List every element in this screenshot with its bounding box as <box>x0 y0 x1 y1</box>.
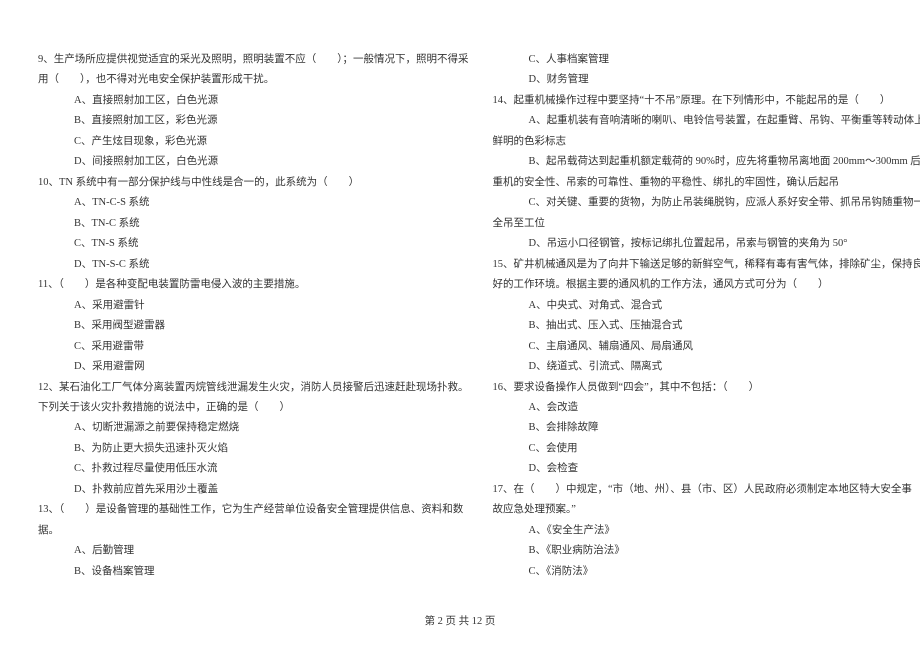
q15-opt-c: C、主扇通风、辅扇通风、局扇通风 <box>493 337 920 357</box>
q11-opt-b: B、采用阀型避雷器 <box>38 316 469 336</box>
page-footer: 第 2 页 共 12 页 <box>0 613 920 628</box>
q12-opt-a: A、切断泄漏源之前要保持稳定燃烧 <box>38 418 469 438</box>
q11-opt-d: D、采用避雷网 <box>38 357 469 377</box>
q10-line1: 10、TN 系统中有一部分保护线与中性线是合一的，此系统为（ ） <box>38 173 469 193</box>
q16-opt-a: A、会改造 <box>493 398 920 418</box>
q12-opt-b: B、为防止更大损失迅速扑灭火焰 <box>38 439 469 459</box>
q14-opt-c-l1: C、对关键、重要的货物，为防止吊装绳脱钩，应派人系好安全带、抓吊吊钩随重物一道安 <box>493 193 920 213</box>
q16-opt-c: C、会使用 <box>493 439 920 459</box>
q11-opt-c: C、采用避雷带 <box>38 337 469 357</box>
q15-opt-a: A、中央式、对角式、混合式 <box>493 296 920 316</box>
q9-opt-b: B、直接照射加工区，彩色光源 <box>38 111 469 131</box>
q17-opt-a: A、《安全生产法》 <box>493 521 920 541</box>
q9-line1: 9、生产场所应提供视觉适宜的采光及照明，照明装置不应（ ）；一般情况下，照明不得… <box>38 50 469 70</box>
q16-opt-b: B、会排除故障 <box>493 418 920 438</box>
q15-line2: 好的工作环境。根据主要的通风机的工作方法，通风方式可分为（ ） <box>493 275 920 295</box>
left-column: 9、生产场所应提供视觉适宜的采光及照明，照明装置不应（ ）；一般情况下，照明不得… <box>38 50 469 582</box>
q9-opt-d: D、间接照射加工区，白色光源 <box>38 152 469 172</box>
q13-opt-c: C、人事档案管理 <box>493 50 920 70</box>
q17-opt-c: C、《消防法》 <box>493 562 920 582</box>
q15-opt-b: B、抽出式、压入式、压抽混合式 <box>493 316 920 336</box>
q14-opt-a-l2: 鲜明的色彩标志 <box>493 132 920 152</box>
q17-line2: 故应急处理预案。” <box>493 500 920 520</box>
q10-opt-a: A、TN-C-S 系统 <box>38 193 469 213</box>
q10-opt-c: C、TN-S 系统 <box>38 234 469 254</box>
q11-opt-a: A、采用避雷针 <box>38 296 469 316</box>
q14-opt-a-l1: A、起重机装有音响清晰的喇叭、电铃信号装置，在起重臂、吊钩、平衡重等转动体上标有 <box>493 111 920 131</box>
q13-line2: 据。 <box>38 521 469 541</box>
q12-line2: 下列关于该火灾扑救措施的说法中，正确的是（ ） <box>38 398 469 418</box>
q10-opt-d: D、TN-S-C 系统 <box>38 255 469 275</box>
q17-line1: 17、在（ ）中规定，“市（地、州）、县（市、区）人民政府必须制定本地区特大安全… <box>493 480 920 500</box>
q14-opt-b-l1: B、起吊载荷达到起重机额定载荷的 90%时，应先将重物吊离地面 200mm～30… <box>493 152 920 172</box>
q13-opt-a: A、后勤管理 <box>38 541 469 561</box>
q15-opt-d: D、绕道式、引流式、隔离式 <box>493 357 920 377</box>
q17-opt-b: B、《职业病防治法》 <box>493 541 920 561</box>
q9-opt-a: A、直接照射加工区，白色光源 <box>38 91 469 111</box>
q16-line1: 16、要求设备操作人员做到“四会”，其中不包括：（ ） <box>493 378 920 398</box>
q10-opt-b: B、TN-C 系统 <box>38 214 469 234</box>
q9-opt-c: C、产生炫目现象，彩色光源 <box>38 132 469 152</box>
q14-opt-c-l2: 全吊至工位 <box>493 214 920 234</box>
q12-opt-c: C、扑救过程尽量使用低压水流 <box>38 459 469 479</box>
q14-opt-d: D、吊运小口径钢管，按标记绑扎位置起吊，吊索与钢管的夹角为 50° <box>493 234 920 254</box>
q13-opt-d: D、财务管理 <box>493 70 920 90</box>
q12-opt-d: D、扑救前应首先采用沙土覆盖 <box>38 480 469 500</box>
q16-opt-d: D、会检查 <box>493 459 920 479</box>
q13-opt-b: B、设备档案管理 <box>38 562 469 582</box>
q12-line1: 12、某石油化工厂气体分离装置丙烷管线泄漏发生火灾，消防人员接警后迅速赶赴现场扑… <box>38 378 469 398</box>
q13-line1: 13、（ ）是设备管理的基础性工作，它为生产经营单位设备安全管理提供信息、资料和… <box>38 500 469 520</box>
q9-line2: 用（ ），也不得对光电安全保护装置形成干扰。 <box>38 70 469 90</box>
q15-line1: 15、矿井机械通风是为了向井下输送足够的新鲜空气，稀释有毒有害气体，排除矿尘，保… <box>493 255 920 275</box>
q11-line1: 11、（ ）是各种变配电装置防雷电侵入波的主要措施。 <box>38 275 469 295</box>
page-content: 9、生产场所应提供视觉适宜的采光及照明，照明装置不应（ ）；一般情况下，照明不得… <box>0 0 920 582</box>
q14-opt-b-l2: 重机的安全性、吊索的可靠性、重物的平稳性、绑扎的牢固性，确认后起吊 <box>493 173 920 193</box>
q14-line1: 14、起重机械操作过程中要坚持“十不吊”原理。在下列情形中，不能起吊的是（ ） <box>493 91 920 111</box>
right-column: C、人事档案管理 D、财务管理 14、起重机械操作过程中要坚持“十不吊”原理。在… <box>493 50 920 582</box>
